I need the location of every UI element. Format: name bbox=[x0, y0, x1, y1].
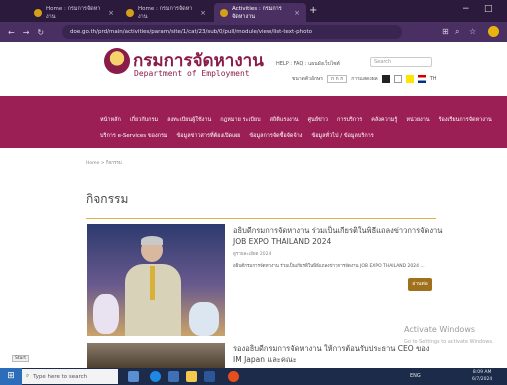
contrast-dark-button[interactable] bbox=[381, 75, 390, 83]
news-photo[interactable] bbox=[87, 343, 225, 368]
profile-avatar[interactable] bbox=[488, 26, 499, 37]
favicon-icon bbox=[34, 8, 42, 17]
taskbar-search-placeholder: Type here to search bbox=[33, 373, 88, 380]
browser-tabbar: Home : กรมการจัดหางาน × Home : กรมการจัด… bbox=[0, 0, 507, 22]
news-photo[interactable] bbox=[87, 224, 225, 336]
menu-item[interactable]: หน้าหลัก bbox=[100, 116, 121, 124]
translate-icon[interactable]: ⊞ bbox=[442, 27, 449, 36]
read-more-button[interactable]: อ่านต่อ bbox=[408, 278, 432, 291]
main-menu: หน้าหลัก เกี่ยวกับกรม ลงทะเบียนผู้ใช้งาน… bbox=[0, 96, 507, 148]
menu-row-2: บริการ e-Services ของกรม ข้อมูลข่าวสารที… bbox=[100, 132, 374, 140]
menu-item[interactable]: ร้องเรียนการจัดหางาน bbox=[439, 116, 492, 124]
menu-item[interactable]: หน่วยงาน bbox=[406, 116, 429, 124]
windows-start-icon[interactable]: ⊞ bbox=[0, 368, 22, 385]
logo-text-english[interactable]: Department of Employment bbox=[134, 69, 250, 78]
menu-item[interactable]: ข้อมูลทั่วไป / ข้อมูลบริการ bbox=[311, 132, 373, 140]
contrast-yellow-button[interactable] bbox=[405, 75, 414, 83]
bookmark-star-icon[interactable]: ☆ bbox=[469, 27, 476, 36]
menu-item[interactable]: กฎหมาย ระเบียบ bbox=[220, 116, 260, 124]
menu-item[interactable]: การบริการ bbox=[337, 116, 362, 124]
news-title-link[interactable]: อธิบดีกรมการจัดหางาน ร่วมเป็นเกียรติในพิ… bbox=[233, 225, 443, 247]
tab-label: Activities : กรมการจัดหางาน bbox=[232, 5, 282, 20]
news-excerpt: อธิบดีกรมการจัดหางาน ร่วมเป็นเกียรติในพิ… bbox=[233, 264, 425, 269]
flag-icon[interactable] bbox=[417, 75, 426, 83]
clock-date: 6/7/2024 bbox=[472, 377, 493, 382]
menu-item[interactable]: เกี่ยวกับกรม bbox=[130, 116, 158, 124]
language-selector[interactable]: TH bbox=[430, 76, 437, 82]
activate-windows-subtitle: Go to Settings to activate Windows. bbox=[404, 339, 494, 345]
breadcrumb[interactable]: Home > กิจกรรม bbox=[86, 159, 122, 166]
browser-toolbar: ← → ↻ doe.go.th/prd/main/activities/para… bbox=[0, 22, 507, 42]
taskbar-clock[interactable]: 8:09 AM 6/7/2024 bbox=[472, 369, 492, 383]
tray-language[interactable]: ENG bbox=[410, 373, 421, 379]
forward-icon[interactable]: → bbox=[23, 28, 30, 37]
favicon-icon bbox=[126, 8, 134, 17]
maximize-icon[interactable]: □ bbox=[484, 4, 493, 14]
store-icon[interactable] bbox=[168, 371, 179, 382]
url-text: doe.go.th/prd/main/activities/param/site… bbox=[70, 29, 313, 35]
address-bar[interactable]: doe.go.th/prd/main/activities/param/site… bbox=[62, 25, 402, 39]
new-tab-icon[interactable]: + bbox=[309, 5, 317, 16]
accessibility-controls: ขนาดตัวอักษร ก ก ก การแสดงผล TH bbox=[292, 75, 437, 83]
font-size-label: ขนาดตัวอักษร bbox=[292, 76, 323, 82]
menu-item[interactable]: ข้อมูลข่าวสารที่ต้องเปิดเผย bbox=[177, 132, 241, 140]
news-date: ดูรายละเอียด 2024 bbox=[233, 252, 272, 257]
menu-row-1: หน้าหลัก เกี่ยวกับกรม ลงทะเบียนผู้ใช้งาน… bbox=[100, 116, 492, 124]
close-icon[interactable]: × bbox=[294, 9, 300, 17]
browser-tab-active[interactable]: Activities : กรมการจัดหางาน × bbox=[214, 3, 306, 22]
word-icon[interactable] bbox=[204, 371, 215, 382]
browser-tab[interactable]: Home : กรมการจัดหางาน × bbox=[120, 3, 212, 22]
reload-icon[interactable]: ↻ bbox=[37, 28, 44, 37]
menu-item[interactable]: ศูนย์ข่าว bbox=[308, 116, 328, 124]
windows-taskbar: ⊞ ⌕ Type here to search ENG 8:09 AM 6/7/… bbox=[0, 368, 507, 385]
start-tooltip: Start bbox=[12, 355, 29, 362]
header-links[interactable]: HELP : FAQ : แผนผังเว็บไซต์ bbox=[276, 60, 340, 68]
search-icon: ⌕ bbox=[26, 373, 30, 379]
taskbar-search-input[interactable]: ⌕ Type here to search bbox=[22, 369, 118, 384]
page-title: กิจกรรม bbox=[86, 192, 129, 206]
search-input[interactable]: Search bbox=[370, 57, 432, 67]
file-explorer-icon[interactable] bbox=[186, 371, 197, 382]
contrast-label: การแสดงผล bbox=[351, 76, 378, 82]
menu-item[interactable]: ลงทะเบียนผู้ใช้งาน bbox=[167, 116, 211, 124]
title-divider bbox=[86, 218, 436, 219]
minimize-icon[interactable]: − bbox=[462, 4, 470, 14]
activate-windows-watermark: Activate Windows bbox=[404, 325, 476, 334]
cortana-icon[interactable] bbox=[128, 371, 139, 382]
favicon-icon bbox=[220, 8, 228, 17]
menu-item[interactable]: คลังความรู้ bbox=[371, 116, 397, 124]
close-icon[interactable]: × bbox=[108, 9, 114, 17]
chrome-icon[interactable] bbox=[228, 371, 239, 382]
edge-icon[interactable] bbox=[150, 371, 161, 382]
browser-tab[interactable]: Home : กรมการจัดหางาน × bbox=[28, 3, 120, 22]
menu-item[interactable]: บริการ e-Services ของกรม bbox=[100, 132, 168, 140]
contrast-light-button[interactable] bbox=[393, 75, 402, 83]
news-title-link[interactable]: รองอธิบดีกรมการจัดหางาน ให้การต้อนรับประ… bbox=[233, 343, 433, 365]
zoom-icon[interactable]: ⌕ bbox=[455, 27, 459, 37]
tab-label: Home : กรมการจัดหางาน bbox=[138, 5, 193, 20]
close-icon[interactable]: × bbox=[200, 9, 206, 17]
clock-time: 8:09 AM bbox=[472, 370, 492, 375]
tab-label: Home : กรมการจัดหางาน bbox=[46, 5, 101, 20]
site-header: กรมการจัดหางาน Department of Employment … bbox=[0, 42, 507, 90]
font-size-options[interactable]: ก ก ก bbox=[326, 75, 348, 83]
department-logo-icon[interactable] bbox=[104, 48, 130, 74]
menu-item[interactable]: สถิติแรงงาน bbox=[270, 116, 299, 124]
back-icon[interactable]: ← bbox=[8, 28, 15, 37]
menu-item[interactable]: ข้อมูลการจัดซื้อจัดจ้าง bbox=[249, 132, 302, 140]
